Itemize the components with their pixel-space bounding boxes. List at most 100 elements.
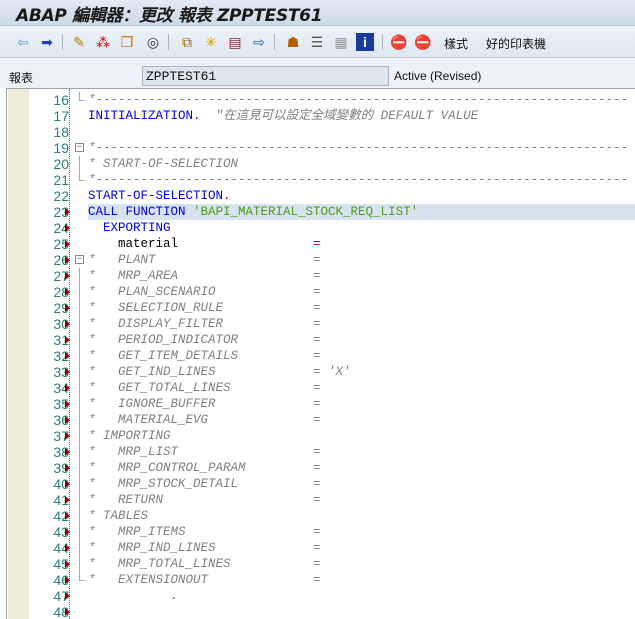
code-token: * IMPORTING (88, 429, 171, 443)
breakpoint-marker-icon[interactable] (65, 336, 70, 344)
breakpoint-marker-icon[interactable] (65, 240, 70, 248)
breakpoint-marker-icon[interactable] (65, 448, 70, 456)
pretty-printer-button[interactable]: 好的印表機 (486, 35, 546, 52)
breakpoint-marker-icon[interactable] (65, 560, 70, 568)
code-line[interactable]: 27 * MRP_AREA = (7, 268, 635, 284)
code-line[interactable]: 47 . (7, 588, 635, 604)
code-line[interactable]: 16 *-------------------------------------… (7, 92, 635, 108)
breakpoint-marker-icon[interactable] (65, 208, 70, 216)
code-line[interactable]: 20 * START-OF-SELECTION (7, 156, 635, 172)
breakpoint-marker-icon[interactable] (65, 304, 70, 312)
breakpoint-marker-icon[interactable] (65, 496, 70, 504)
code-token: * EXTENSIONOUT = (88, 573, 321, 587)
code-line[interactable]: 39 * MRP_CONTROL_PARAM = (7, 460, 635, 476)
breakpoint-marker-icon[interactable] (65, 544, 70, 552)
code-line[interactable]: 22 START-OF-SELECTION. (7, 188, 635, 204)
breakpoint-marker-icon[interactable] (65, 272, 70, 280)
layout-icon[interactable]: ▦ (332, 33, 350, 51)
code-line[interactable]: 24 EXPORTING (7, 220, 635, 236)
breakpoint-marker-icon[interactable] (65, 384, 70, 392)
code-line[interactable]: 36 * MATERIAL_EVG = (7, 412, 635, 428)
breakpoint-marker-icon[interactable] (65, 464, 70, 472)
code-line[interactable]: 29 * SELECTION_RULE = (7, 300, 635, 316)
breakpoint-marker-icon[interactable] (65, 528, 70, 536)
code-line[interactable]: 40 * MRP_STOCK_DETAIL = (7, 476, 635, 492)
breakpoint-marker-icon[interactable] (65, 368, 70, 376)
where-used-icon[interactable]: ▤ (226, 33, 244, 51)
info-icon[interactable]: i (356, 33, 374, 51)
breakpoint-marker-icon[interactable] (65, 512, 70, 520)
code-line[interactable]: 25 material = (7, 236, 635, 252)
code-line[interactable]: 30 * DISPLAY_FILTER = (7, 316, 635, 332)
forward-arrow-icon[interactable]: ➡ (38, 33, 56, 51)
code-line[interactable]: 19− *------------------------------------… (7, 140, 635, 156)
code-token: "在這見可以設定全域變數的 DEFAULT VALUE (215, 109, 479, 123)
code-line[interactable]: 18 (7, 124, 635, 140)
line-number: 26 (53, 252, 69, 268)
code-line[interactable]: 26− * PLANT = (7, 252, 635, 268)
breakpoint-marker-icon[interactable] (65, 480, 70, 488)
breakpoint-marker-icon[interactable] (65, 320, 70, 328)
line-number: 39 (53, 460, 69, 476)
breakpoint-marker-icon[interactable] (65, 352, 70, 360)
breakpoint-marker-icon[interactable] (65, 592, 70, 600)
code-line[interactable]: 42 * TABLES (7, 508, 635, 524)
code-line[interactable]: 45 * MRP_TOTAL_LINES = (7, 556, 635, 572)
program-name-field[interactable]: ZPPTEST61 (142, 66, 389, 86)
test-icon[interactable]: ✳ (202, 33, 220, 51)
program-info-bar: 報表 ZPPTEST61 Active (Revised) (0, 58, 635, 88)
activate-icon[interactable]: ⧉ (178, 33, 196, 51)
pattern-button[interactable]: 樣式 (444, 35, 468, 52)
code-line[interactable]: 34 * GET_TOTAL_LINES = (7, 380, 635, 396)
code-editor[interactable]: 16 *-------------------------------------… (6, 88, 635, 619)
code-token: * PERIOD_INDICATOR = (88, 333, 321, 347)
code-token: * SELECTION_RULE = (88, 301, 321, 315)
code-line[interactable]: 43 * MRP_ITEMS = (7, 524, 635, 540)
code-line[interactable]: 38 * MRP_LIST = (7, 444, 635, 460)
code-token: * DISPLAY_FILTER = (88, 317, 321, 331)
line-number: 45 (53, 556, 69, 572)
code-text: * SELECTION_RULE = (88, 300, 321, 316)
line-number: 30 (53, 316, 69, 332)
other-object-icon[interactable]: ❐ (118, 33, 136, 51)
code-text: * MRP_LIST = (88, 444, 321, 460)
fold-collapse-icon[interactable]: − (75, 255, 84, 264)
code-line[interactable]: 32 * GET_ITEM_DETAILS = (7, 348, 635, 364)
display-change-icon[interactable]: ✎ (70, 33, 88, 51)
code-line[interactable]: 17 INITIALIZATION. "在這見可以設定全域變數的 DEFAULT … (7, 108, 635, 124)
breakpoint-marker-icon[interactable] (65, 576, 70, 584)
object-list-icon[interactable]: ☗ (284, 33, 302, 51)
breakpoint-marker-icon[interactable] (65, 256, 70, 264)
code-token: * MRP_CONTROL_PARAM = (88, 461, 321, 475)
breakpoint-marker-icon[interactable] (65, 432, 70, 440)
breakpoint-marker-icon[interactable] (65, 608, 70, 616)
code-line[interactable]: 41 * RETURN = (7, 492, 635, 508)
code-line[interactable]: 31 * PERIOD_INDICATOR = (7, 332, 635, 348)
active-inactive-icon[interactable]: ⁂ (94, 33, 112, 51)
breakpoint-marker-icon[interactable] (65, 224, 70, 232)
breakpoint-marker-icon[interactable] (65, 400, 70, 408)
navigation-window-icon[interactable]: ⇨ (250, 33, 268, 51)
session-breakpoint-icon[interactable]: ⛔ (414, 33, 432, 51)
fold-line (79, 364, 80, 380)
fold-line (79, 300, 80, 316)
code-line[interactable]: 33 * GET_IND_LINES = 'X' (7, 364, 635, 380)
code-line[interactable]: 28 * PLAN_SCENARIO = (7, 284, 635, 300)
line-number: 32 (53, 348, 69, 364)
code-line[interactable]: 35 * IGNORE_BUFFER = (7, 396, 635, 412)
code-line[interactable]: 46 * EXTENSIONOUT = (7, 572, 635, 588)
program-status: Active (Revised) (394, 69, 482, 83)
back-arrow-icon[interactable]: ⇦ (14, 33, 32, 51)
breakpoint-marker-icon[interactable] (65, 288, 70, 296)
code-token: *---------------------------------------… (88, 141, 629, 155)
check-icon[interactable]: ◎ (144, 33, 162, 51)
code-line[interactable]: 48 (7, 604, 635, 619)
breakpoint-marker-icon[interactable] (65, 416, 70, 424)
fold-collapse-icon[interactable]: − (75, 143, 84, 152)
breakpoint-icon[interactable]: ⛔ (390, 33, 408, 51)
help-icon[interactable]: ☰ (308, 33, 326, 51)
code-line[interactable]: 21 *-------------------------------------… (7, 172, 635, 188)
code-line[interactable]: 37 * IMPORTING (7, 428, 635, 444)
code-line[interactable]: 44 * MRP_IND_LINES = (7, 540, 635, 556)
code-line[interactable]: 23 CALL FUNCTION 'BAPI_MATERIAL_STOCK_REQ… (7, 204, 635, 220)
